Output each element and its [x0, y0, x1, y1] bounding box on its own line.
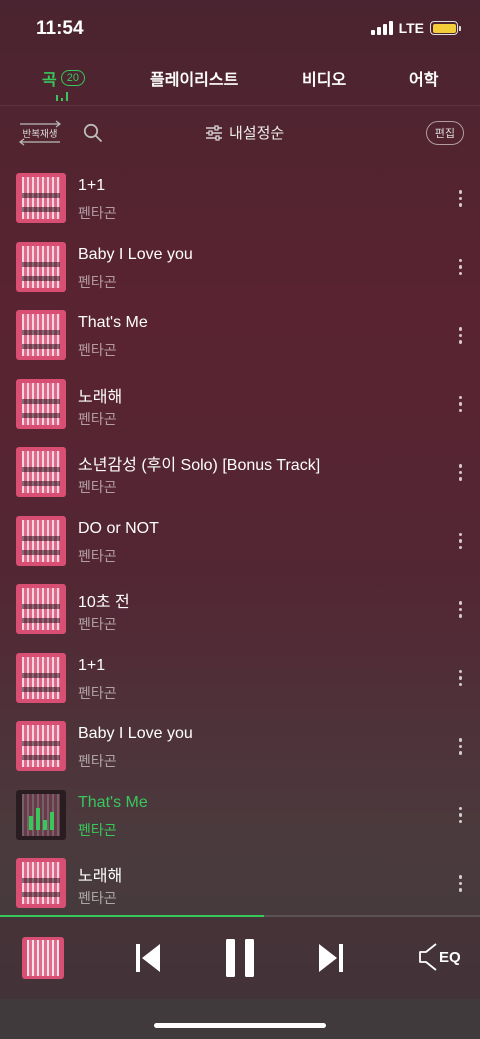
repeat-label: 반복재생 [22, 129, 58, 140]
song-artist: 펜타곤 [78, 890, 117, 906]
tab-songs[interactable]: 곡 20 [42, 66, 85, 90]
song-title: 1+1 [78, 656, 106, 674]
song-title: That's Me [78, 314, 148, 331]
sort-label: 내설정순 [229, 125, 285, 142]
home-indicator [154, 1023, 326, 1028]
status-indicators: LTE [370, 20, 461, 36]
album-art [16, 515, 66, 566]
song-row[interactable]: 1+1 펜타곤 [0, 163, 480, 232]
previous-button[interactable] [135, 943, 161, 978]
eq-label: EQ [439, 948, 461, 966]
song-title: DO or NOT [78, 519, 159, 537]
song-artist: 펜타곤 [78, 547, 117, 564]
song-list: 1+1 펜타곤 Baby I Love you 펜타곤 That's Me 펜타… [0, 163, 480, 917]
repeat-button[interactable]: 반복재생 [16, 120, 64, 146]
mini-player: EQ [0, 917, 480, 999]
more-options-icon[interactable] [458, 738, 462, 755]
search-button[interactable] [83, 123, 103, 148]
song-artist: 펜타곤 [78, 273, 117, 290]
album-art [16, 721, 66, 771]
tab-playlist[interactable]: 플레이리스트 [150, 66, 238, 90]
tab-video[interactable]: 비디오 [302, 66, 346, 90]
more-options-icon[interactable] [458, 806, 462, 823]
song-title: 소년감성 (후이 Solo) [Bonus Track] [78, 457, 321, 474]
more-options-icon[interactable] [458, 327, 462, 344]
equalizer-animation-icon [29, 807, 54, 830]
song-title: Baby I Love you [78, 725, 193, 742]
more-options-icon[interactable] [458, 395, 462, 412]
song-row[interactable]: Baby I Love you 펜타곤 [0, 232, 480, 301]
search-icon [83, 123, 102, 142]
more-options-icon[interactable] [458, 190, 462, 207]
sort-settings-icon [206, 124, 222, 141]
album-art [16, 447, 66, 497]
song-artist: 펜타곤 [78, 479, 117, 495]
song-row[interactable]: That's Me 펜타곤 [0, 300, 480, 369]
song-row[interactable]: 노래해 펜타곤 [0, 848, 480, 917]
song-artist: 펜타곤 [78, 684, 117, 701]
pause-button[interactable] [224, 938, 256, 983]
song-row[interactable]: 1+1 펜타곤 [0, 643, 480, 712]
song-row-now-playing[interactable]: That's Me 펜타곤 [0, 780, 480, 849]
song-title: That's Me [78, 793, 148, 811]
tab-songs-label: 곡 [42, 72, 57, 89]
now-playing-indicator-icon [56, 92, 68, 101]
status-bar: 11:54 LTE [0, 0, 480, 58]
more-options-icon[interactable] [458, 875, 462, 892]
tab-language[interactable]: 어학 [409, 66, 438, 90]
song-title: 노래해 [78, 388, 123, 406]
album-art [16, 173, 66, 223]
album-art [16, 858, 66, 908]
previous-icon [136, 944, 160, 972]
song-title: 1+1 [78, 177, 106, 194]
status-time: 11:54 [36, 18, 84, 39]
more-options-icon[interactable] [458, 464, 462, 481]
album-art [16, 310, 66, 360]
next-icon [319, 944, 343, 972]
song-row[interactable]: 10초 전 펜타곤 [0, 574, 480, 643]
speaker-icon [419, 943, 437, 971]
song-artist: 펜타곤 [78, 205, 117, 221]
song-row[interactable]: 소년감성 (후이 Solo) [Bonus Track] 펜타곤 [0, 437, 480, 506]
battery-icon [430, 21, 461, 35]
equalizer-button[interactable]: EQ [418, 942, 461, 972]
next-button[interactable] [318, 943, 344, 978]
more-options-icon[interactable] [458, 258, 462, 275]
network-label: LTE [398, 20, 424, 36]
song-artist: 펜타곤 [78, 410, 117, 427]
song-row[interactable]: Baby I Love you 펜타곤 [0, 711, 480, 780]
album-art [16, 241, 66, 292]
song-title: Baby I Love you [78, 245, 193, 263]
song-artist: 펜타곤 [78, 616, 117, 632]
song-title: 10초 전 [78, 594, 130, 611]
more-options-icon[interactable] [458, 669, 462, 686]
song-artist: 펜타곤 [78, 753, 117, 769]
edit-button[interactable]: 편집 [425, 121, 464, 145]
album-art-now-playing [16, 789, 66, 840]
album-art [16, 584, 66, 634]
sort-button[interactable]: 내설정순 [205, 122, 284, 143]
song-title: 노래해 [78, 868, 123, 885]
pause-icon [226, 939, 254, 977]
library-tabs: 곡 20 플레이리스트 비디오 어학 [0, 58, 480, 106]
player-album-art[interactable] [22, 937, 64, 979]
more-options-icon[interactable] [458, 532, 462, 549]
song-artist: 펜타곤 [78, 342, 117, 358]
signal-icon [370, 21, 393, 35]
list-toolbar: 반복재생 내설정순 편집 [0, 112, 480, 154]
song-row[interactable]: 노래해 펜타곤 [0, 369, 480, 438]
album-art [16, 378, 66, 429]
tab-songs-count: 20 [60, 70, 85, 86]
song-artist: 펜타곤 [78, 821, 117, 838]
more-options-icon[interactable] [458, 601, 462, 618]
song-row[interactable]: DO or NOT 펜타곤 [0, 506, 480, 575]
album-art [16, 652, 66, 703]
